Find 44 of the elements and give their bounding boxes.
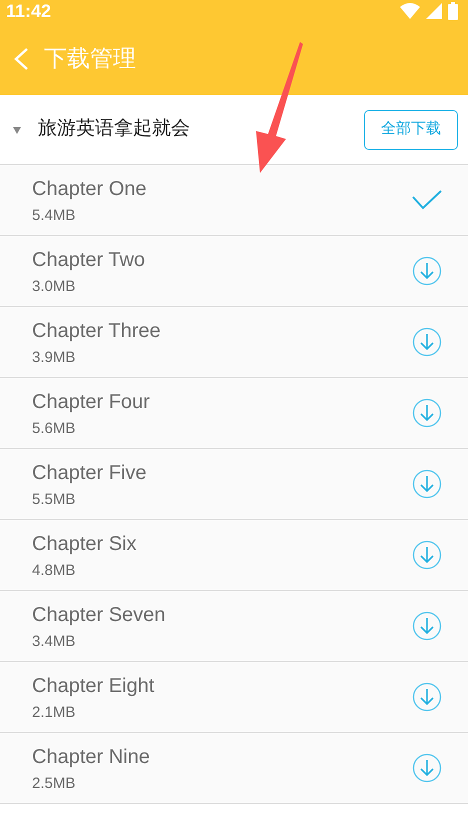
chapter-row[interactable]: Chapter Five 5.5MB bbox=[0, 449, 468, 520]
download-icon[interactable] bbox=[412, 753, 442, 783]
page-title: 下载管理 bbox=[44, 44, 136, 74]
chapter-size: 4.8MB bbox=[32, 562, 76, 580]
chapter-size: 3.9MB bbox=[32, 349, 76, 367]
chapter-row[interactable]: Chapter Eight 2.1MB bbox=[0, 662, 468, 733]
chapter-title: Chapter Two bbox=[32, 248, 146, 272]
chapter-row[interactable]: Chapter Seven 3.4MB bbox=[0, 591, 468, 662]
chapter-title: Chapter Eight bbox=[32, 674, 154, 698]
chapter-row[interactable]: Chapter Six 4.8MB bbox=[0, 520, 468, 591]
group-title: 旅游英语拿起就会 bbox=[38, 117, 190, 142]
chapter-size: 5.5MB bbox=[32, 491, 76, 509]
chapter-title: Chapter Three bbox=[32, 319, 161, 343]
chapter-size: 3.4MB bbox=[32, 633, 76, 651]
chapter-row[interactable]: Chapter One 5.4MB bbox=[0, 165, 468, 236]
download-all-button[interactable]: 全部下载 bbox=[364, 110, 458, 150]
battery-icon bbox=[448, 2, 458, 20]
download-icon[interactable] bbox=[412, 327, 442, 357]
signal-icon bbox=[426, 3, 442, 19]
chapter-size: 2.1MB bbox=[32, 704, 76, 722]
chapter-title: Chapter One bbox=[32, 177, 147, 201]
status-time: 11:42 bbox=[6, 2, 52, 20]
chapter-title: Chapter Four bbox=[32, 390, 150, 414]
back-icon[interactable] bbox=[12, 46, 30, 70]
download-icon[interactable] bbox=[412, 398, 442, 428]
chapter-size: 5.4MB bbox=[32, 207, 76, 225]
download-icon[interactable] bbox=[412, 611, 442, 641]
chapter-size: 3.0MB bbox=[32, 278, 76, 296]
chapter-title: Chapter Six bbox=[32, 532, 136, 556]
chapter-title: Chapter Seven bbox=[32, 603, 166, 627]
caret-icon[interactable] bbox=[12, 124, 22, 134]
chapter-size: 2.5MB bbox=[32, 775, 76, 793]
chapter-title: Chapter Nine bbox=[32, 745, 150, 769]
wifi-icon bbox=[400, 3, 420, 19]
download-icon[interactable] bbox=[412, 682, 442, 712]
chapter-row[interactable]: Chapter Three 3.9MB bbox=[0, 307, 468, 378]
chapter-row[interactable]: Chapter Nine 2.5MB bbox=[0, 733, 468, 804]
download-icon[interactable] bbox=[412, 469, 442, 499]
download-icon[interactable] bbox=[412, 256, 442, 286]
chapter-title: Chapter Five bbox=[32, 461, 146, 485]
chapter-row[interactable]: Chapter Two 3.0MB bbox=[0, 236, 468, 307]
download-icon[interactable] bbox=[412, 540, 442, 570]
chapter-size: 5.6MB bbox=[32, 420, 76, 438]
chapter-row[interactable]: Chapter Four 5.6MB bbox=[0, 378, 468, 449]
